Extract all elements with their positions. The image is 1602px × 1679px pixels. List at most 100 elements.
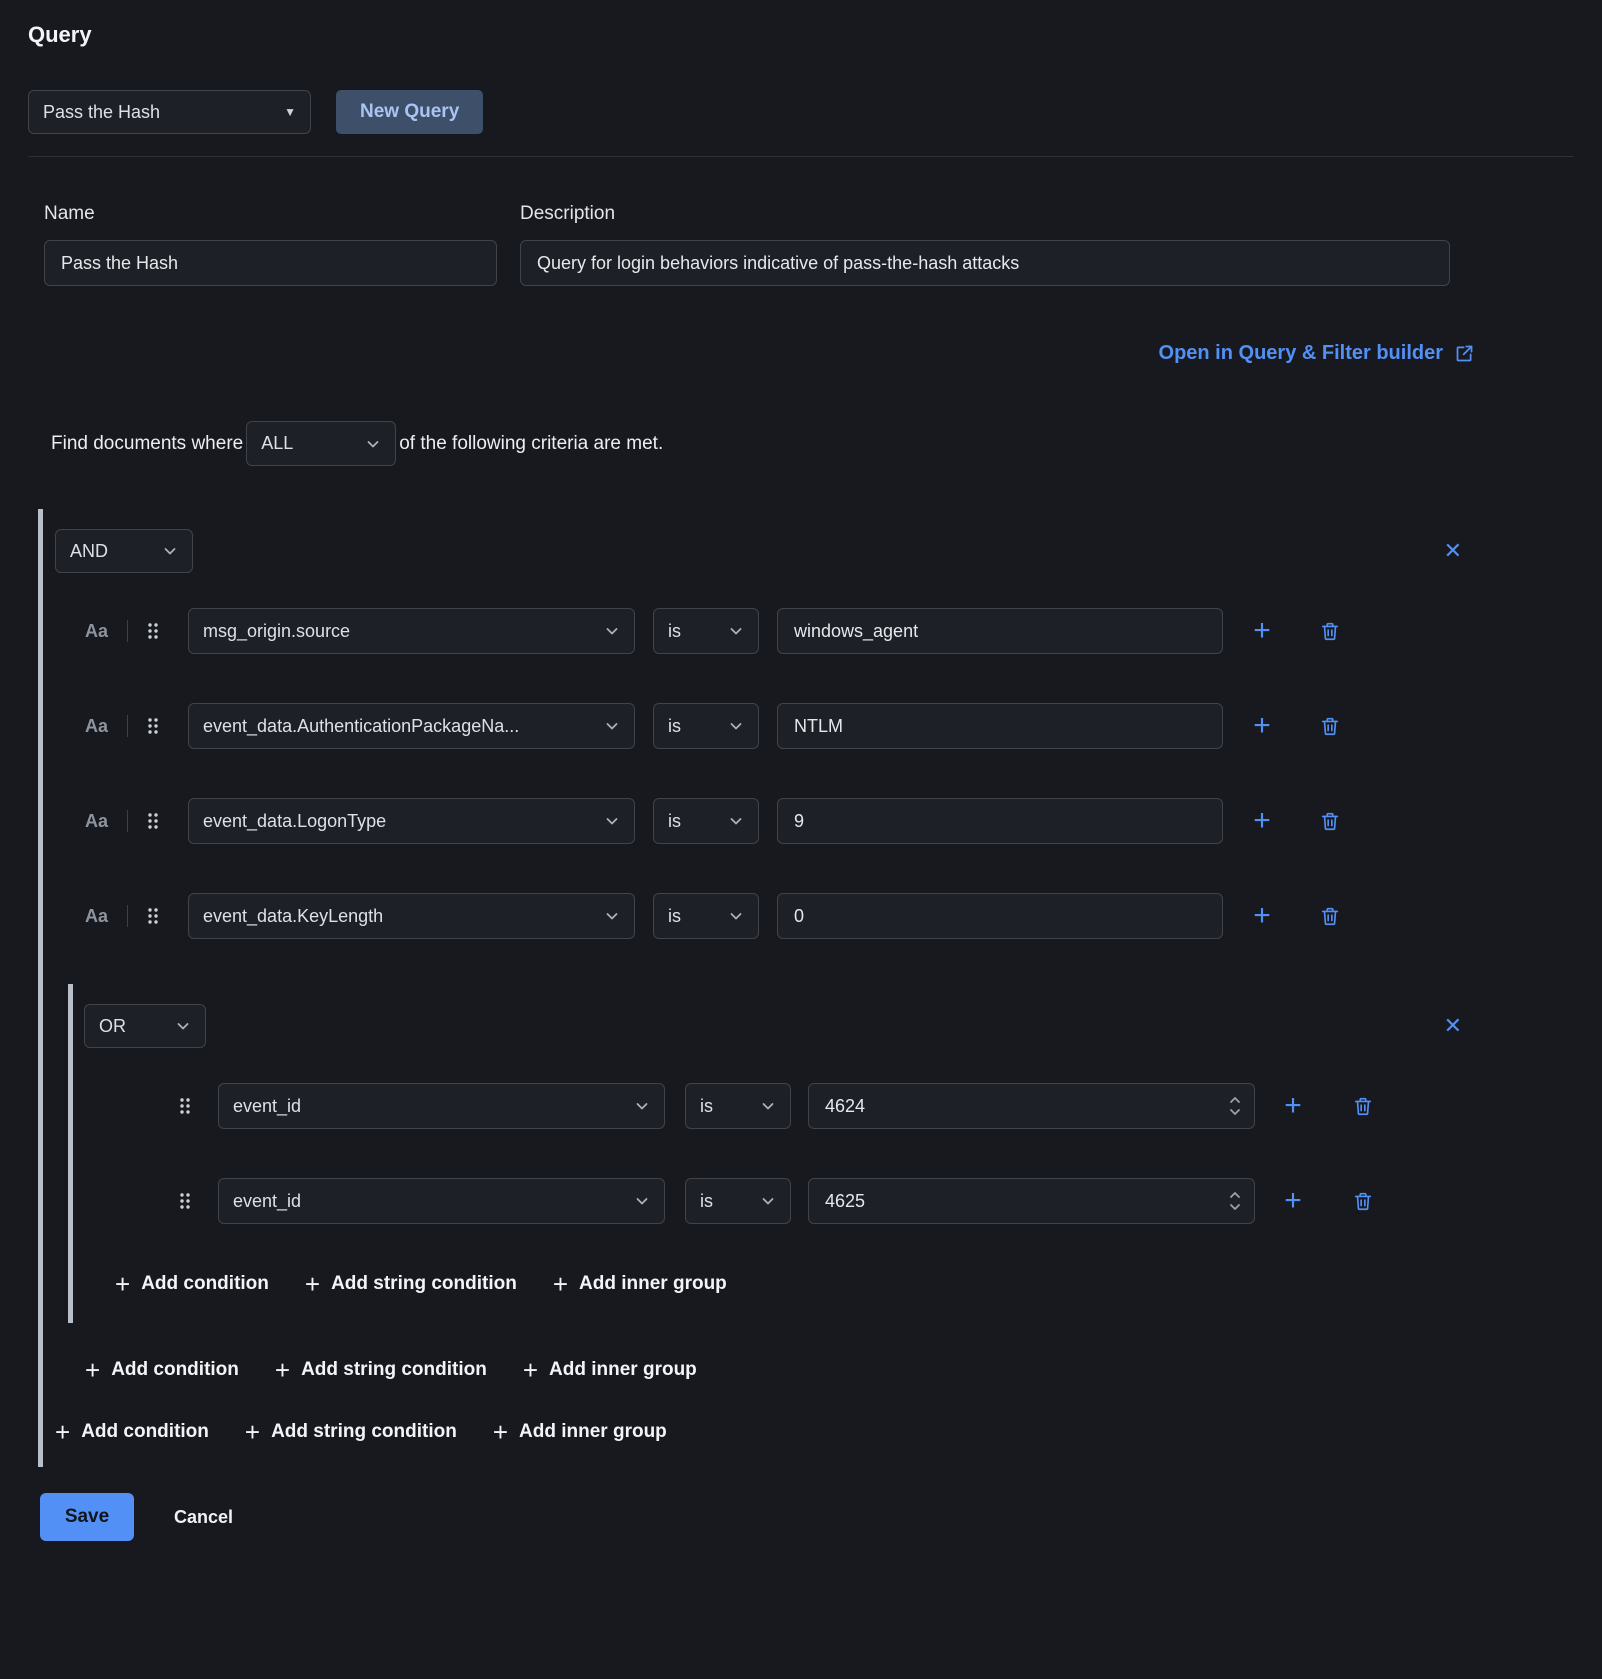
operator-select[interactable]: is [653, 798, 759, 844]
add-row-plus-icon[interactable]: + [1251, 806, 1273, 836]
value-input[interactable] [777, 893, 1223, 939]
chevron-down-icon [604, 908, 620, 924]
description-input[interactable] [520, 240, 1450, 286]
row-divider [127, 620, 128, 642]
number-stepper[interactable] [1228, 1191, 1242, 1212]
remove-or-group-icon[interactable]: ✕ [1444, 1015, 1462, 1037]
delete-condition-button[interactable] [1352, 1190, 1374, 1212]
add-inner-group-button[interactable]: + Add inner group [553, 1271, 727, 1297]
drag-handle-icon[interactable] [146, 811, 162, 831]
field-select-value: msg_origin.source [203, 621, 350, 642]
row-divider [127, 810, 128, 832]
add-inner-group-button[interactable]: + Add inner group [493, 1419, 667, 1445]
save-button[interactable]: Save [40, 1493, 134, 1541]
drag-handle-icon[interactable] [178, 1191, 194, 1211]
field-select-value: event_id [233, 1096, 301, 1117]
field-select[interactable]: msg_origin.source [188, 608, 635, 654]
description-label: Description [520, 203, 1450, 225]
value-input[interactable] [777, 703, 1223, 749]
page-title: Query [28, 22, 1574, 48]
string-type-icon: Aa [85, 621, 111, 642]
stepper-up-icon [1228, 1096, 1242, 1105]
and-group-header: AND ✕ [55, 529, 1574, 573]
delete-condition-button[interactable] [1319, 810, 1341, 832]
add-string-condition-button[interactable]: + Add string condition [305, 1271, 517, 1297]
value-input[interactable] [777, 798, 1223, 844]
delete-condition-button[interactable] [1319, 905, 1341, 927]
field-select[interactable]: event_data.KeyLength [188, 893, 635, 939]
field-select-value: event_data.LogonType [203, 811, 386, 832]
open-query-filter-builder-link[interactable]: Open in Query & Filter builder [1159, 342, 1475, 365]
operator-select[interactable]: is [685, 1083, 791, 1129]
drag-handle-icon[interactable] [146, 621, 162, 641]
footer-actions: Save Cancel [40, 1493, 1574, 1541]
plus-icon: + [275, 1357, 290, 1383]
name-input[interactable] [44, 240, 497, 286]
add-string-condition-label: Add string condition [271, 1421, 457, 1443]
add-inner-group-button[interactable]: + Add inner group [523, 1357, 697, 1383]
add-condition-button[interactable]: + Add condition [115, 1271, 269, 1297]
builder-link-row: Open in Query & Filter builder [28, 342, 1574, 365]
add-condition-button[interactable]: + Add condition [85, 1357, 239, 1383]
chevron-down-icon [728, 718, 744, 734]
operator-select-value: is [668, 906, 681, 927]
operator-select-value: is [668, 716, 681, 737]
description-field-group: Description [520, 203, 1450, 286]
drag-handle-icon[interactable] [146, 906, 162, 926]
delete-condition-button[interactable] [1352, 1095, 1374, 1117]
delete-condition-button[interactable] [1319, 715, 1341, 737]
add-condition-button[interactable]: + Add condition [55, 1419, 209, 1445]
condition-row: Aa event_data.KeyLength is + [85, 893, 1574, 939]
drag-handle-icon[interactable] [146, 716, 162, 736]
remove-and-group-icon[interactable]: ✕ [1444, 540, 1462, 562]
saved-query-select[interactable]: Pass the Hash ▼ [28, 90, 311, 134]
new-query-button[interactable]: New Query [336, 90, 483, 134]
value-input[interactable] [777, 608, 1223, 654]
field-select[interactable]: event_data.AuthenticationPackageNa... [188, 703, 635, 749]
plus-icon: + [55, 1419, 70, 1445]
stepper-down-icon [1228, 1108, 1242, 1117]
header-row: Pass the Hash ▼ New Query [28, 90, 1574, 134]
string-type-icon: Aa [85, 716, 111, 737]
chevron-down-icon [728, 908, 744, 924]
operator-select[interactable]: is [685, 1178, 791, 1224]
value-number-input[interactable] [808, 1178, 1255, 1224]
operator-select-value: is [668, 811, 681, 832]
cancel-button[interactable]: Cancel [174, 1507, 233, 1528]
condition-row: Aa event_data.LogonType is + [85, 798, 1574, 844]
field-select[interactable]: event_data.LogonType [188, 798, 635, 844]
name-label: Name [44, 203, 497, 225]
builder-link-label: Open in Query & Filter builder [1159, 342, 1443, 365]
number-stepper[interactable] [1228, 1096, 1242, 1117]
condition-row: event_id is + [178, 1178, 1574, 1224]
add-row-plus-icon[interactable]: + [1251, 711, 1273, 741]
trash-icon [1352, 1095, 1374, 1117]
condition-row: event_id is + [178, 1083, 1574, 1129]
add-string-condition-button[interactable]: + Add string condition [275, 1357, 487, 1383]
chevron-down-icon [760, 1193, 776, 1209]
operator-select[interactable]: is [653, 703, 759, 749]
delete-condition-button[interactable] [1319, 620, 1341, 642]
operator-select[interactable]: is [653, 893, 759, 939]
operator-select-value: is [700, 1191, 713, 1212]
operator-select[interactable]: is [653, 608, 759, 654]
chevron-down-icon [604, 813, 620, 829]
add-string-condition-button[interactable]: + Add string condition [245, 1419, 457, 1445]
external-link-icon [1454, 343, 1475, 364]
plus-icon: + [115, 1271, 130, 1297]
add-row-plus-icon[interactable]: + [1251, 616, 1273, 646]
stepper-down-icon [1228, 1203, 1242, 1212]
add-row-plus-icon[interactable]: + [1282, 1091, 1304, 1121]
add-row-plus-icon[interactable]: + [1251, 901, 1273, 931]
caret-down-icon: ▼ [284, 105, 296, 119]
and-operator-select[interactable]: AND [55, 529, 193, 573]
add-row-plus-icon[interactable]: + [1282, 1186, 1304, 1216]
drag-handle-icon[interactable] [178, 1096, 194, 1116]
match-type-select-value: ALL [261, 433, 293, 454]
value-number-input[interactable] [808, 1083, 1255, 1129]
field-select[interactable]: event_id [218, 1083, 665, 1129]
criteria-sentence: Find documents where ALL of the followin… [51, 421, 1574, 466]
or-operator-select[interactable]: OR [84, 1004, 206, 1048]
match-type-select[interactable]: ALL [246, 421, 396, 466]
field-select[interactable]: event_id [218, 1178, 665, 1224]
